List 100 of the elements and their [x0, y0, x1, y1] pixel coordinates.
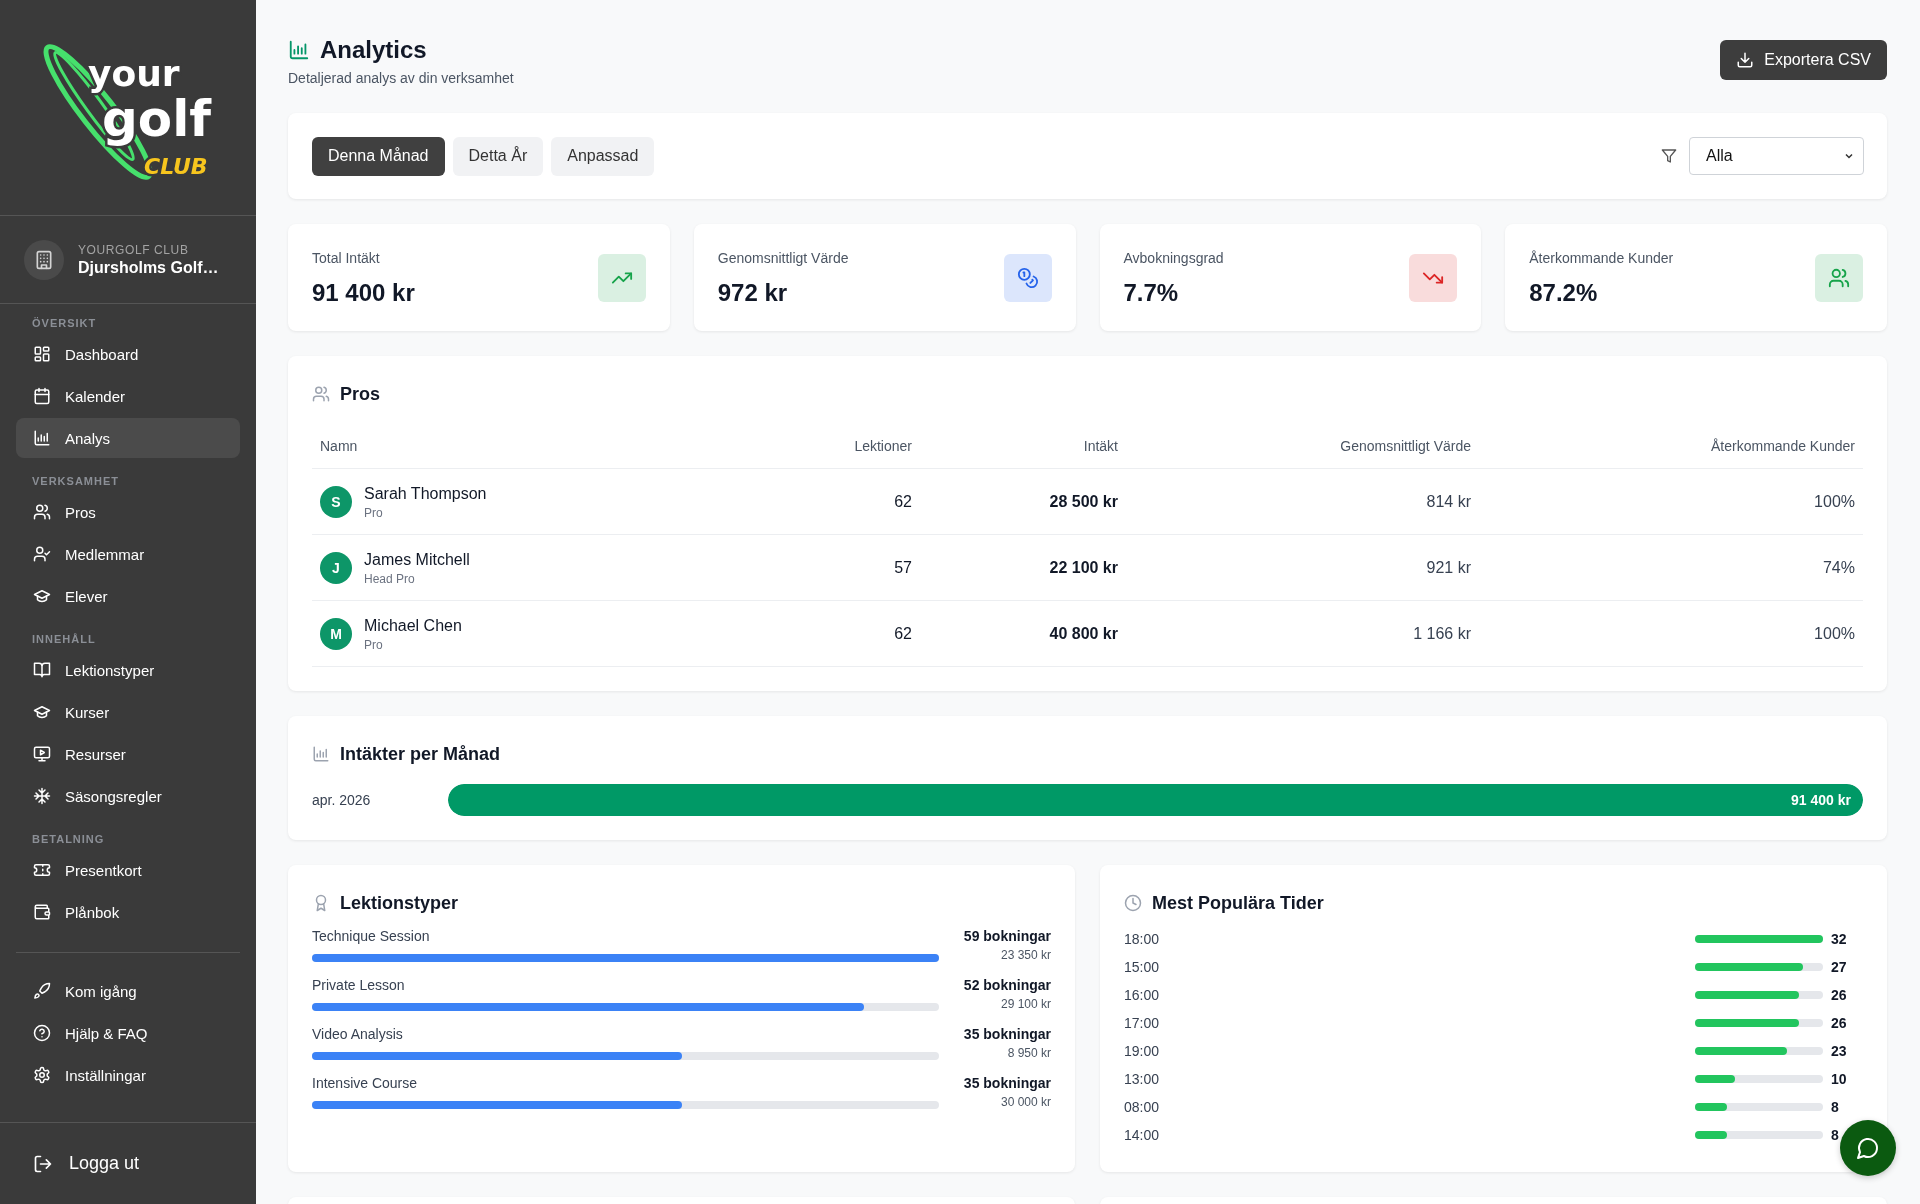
- dashboard-icon: [33, 345, 51, 363]
- month-label: apr. 2026: [312, 792, 372, 808]
- logout-icon: [33, 1153, 53, 1174]
- table-cell-text: 100%: [1813, 624, 1856, 643]
- time-label: 15:00: [1124, 959, 1161, 975]
- filter-select[interactable]: Alla: [1689, 137, 1864, 175]
- stat-value: 87.2%: [1529, 278, 1599, 308]
- time-count: 26: [1830, 987, 1848, 1003]
- lesson-revenue: 29 100 kr: [999, 997, 1051, 1011]
- export-button[interactable]: Exportera CSV: [1720, 40, 1887, 80]
- card-title: Mest Populära Tider: [1152, 892, 1324, 914]
- table-cell-text: 22 100 kr: [1048, 558, 1119, 577]
- nav-item[interactable]: Elever: [16, 576, 240, 616]
- time-count: 26: [1830, 1015, 1848, 1031]
- time-label: 13:00: [1124, 1071, 1161, 1087]
- logo-text: your: [88, 52, 180, 94]
- time-label: 14:00: [1124, 1127, 1161, 1143]
- time-label: 19:00: [1124, 1043, 1161, 1059]
- period-tab[interactable]: Anpassad: [551, 136, 655, 176]
- wallet-icon: [33, 903, 51, 921]
- page-title: Analytics: [320, 36, 427, 64]
- card-title: Pros: [340, 383, 381, 405]
- pro-role: Pro: [364, 637, 384, 652]
- bar-chart-icon: [312, 745, 330, 763]
- time-count: 8: [1830, 1127, 1840, 1143]
- nav-item[interactable]: Kom igång: [16, 971, 240, 1011]
- table-cell-text: 921 kr: [1425, 558, 1472, 577]
- ticket-icon: [33, 861, 51, 879]
- nav-item[interactable]: Säsongsregler: [16, 776, 240, 816]
- nav-item[interactable]: Inställningar: [16, 1055, 240, 1095]
- nav-item[interactable]: Analys: [16, 418, 240, 458]
- nav-item[interactable]: Pros: [16, 492, 240, 532]
- stat-label: Återkommande Kunder: [1529, 249, 1674, 268]
- users-icon: [312, 385, 330, 403]
- pro-role: Head Pro: [364, 571, 416, 586]
- nav-item[interactable]: Lektionstyper: [16, 650, 240, 690]
- graduation-cap-icon: [33, 587, 51, 605]
- lesson-revenue: 23 350 kr: [999, 948, 1051, 962]
- lesson-name: Video Analysis: [312, 1025, 404, 1043]
- settings-icon: [33, 1066, 51, 1084]
- table-cell-text: 62: [893, 624, 913, 643]
- pro-name: James Mitchell: [364, 549, 470, 570]
- clock-icon: [1124, 894, 1142, 912]
- nav-item[interactable]: Dashboard: [16, 334, 240, 374]
- table-cell-text: 28 500 kr: [1048, 492, 1119, 511]
- time-count: 23: [1830, 1043, 1848, 1059]
- pro-name: Sarah Thompson: [364, 483, 487, 504]
- card-title: Lektionstyper: [340, 892, 459, 914]
- stat-value: 972 kr: [717, 278, 789, 308]
- lesson-revenue: 30 000 kr: [999, 1095, 1051, 1109]
- time-count: 10: [1830, 1071, 1848, 1087]
- club-name: Djursholms Golf…: [78, 258, 219, 277]
- help-icon: [33, 1024, 51, 1042]
- time-label: 08:00: [1124, 1099, 1161, 1115]
- bar-chart-icon: [33, 429, 51, 447]
- period-tab[interactable]: Detta År: [452, 136, 544, 176]
- avatar: J: [320, 551, 352, 584]
- chat-button[interactable]: [1840, 1120, 1896, 1176]
- avatar: S: [320, 485, 352, 518]
- snowflake-icon: [33, 787, 51, 805]
- nav-item[interactable]: Kalender: [16, 376, 240, 416]
- bar-chart-icon: [288, 39, 310, 61]
- period-tab[interactable]: Denna Månad: [312, 136, 445, 176]
- lesson-name: Technique Session: [312, 927, 431, 945]
- card-title: Intäkter per Månad: [340, 743, 501, 765]
- nav-item[interactable]: Presentkort: [16, 850, 240, 890]
- download-icon: [1736, 51, 1755, 69]
- book-icon: [33, 661, 51, 679]
- logout-link[interactable]: Logga ut: [33, 1153, 140, 1174]
- pro-name: Michael Chen: [364, 615, 462, 636]
- nav-item[interactable]: Plånbok: [16, 892, 240, 932]
- user-check-icon: [33, 545, 51, 563]
- stat-label: Total Intäkt: [312, 249, 381, 268]
- revenue-bar: 91 400 kr: [448, 784, 1863, 816]
- avatar: M: [320, 617, 352, 650]
- nav-item[interactable]: Hjälp & FAQ: [16, 1013, 240, 1053]
- time-label: 17:00: [1124, 1015, 1161, 1031]
- column-header: Namn: [319, 438, 359, 454]
- nav-item[interactable]: Kurser: [16, 692, 240, 732]
- nav-item[interactable]: Resurser: [16, 734, 240, 774]
- nav-section-label: BETALNING: [31, 832, 106, 847]
- lesson-revenue: 8 950 kr: [1006, 1046, 1051, 1060]
- table-cell-text: 62: [893, 492, 913, 511]
- page-subtitle: Detaljerad analys av din verksamhet: [288, 70, 514, 86]
- stat-label: Genomsnittligt Värde: [717, 249, 849, 268]
- column-header: Genomsnittligt Värde: [1339, 438, 1472, 454]
- pro-role: Pro: [364, 505, 384, 520]
- chat-icon: [1856, 1136, 1880, 1160]
- booking-count: 52 bokningar: [962, 976, 1051, 994]
- stat-label: Avbokningsgrad: [1123, 249, 1224, 268]
- time-count: 27: [1830, 959, 1848, 975]
- nav-section-label: ÖVERSIKT: [31, 316, 98, 331]
- lesson-name: Intensive Course: [312, 1074, 419, 1092]
- nav-section-label: VERKSAMHET: [31, 474, 120, 489]
- table-cell-text: 1 166 kr: [1412, 624, 1472, 643]
- calendar-icon: [33, 387, 51, 405]
- monitor-play-icon: [33, 745, 51, 763]
- building-icon: [34, 249, 54, 270]
- nav-item[interactable]: Medlemmar: [16, 534, 240, 574]
- lesson-name: Private Lesson: [312, 976, 406, 994]
